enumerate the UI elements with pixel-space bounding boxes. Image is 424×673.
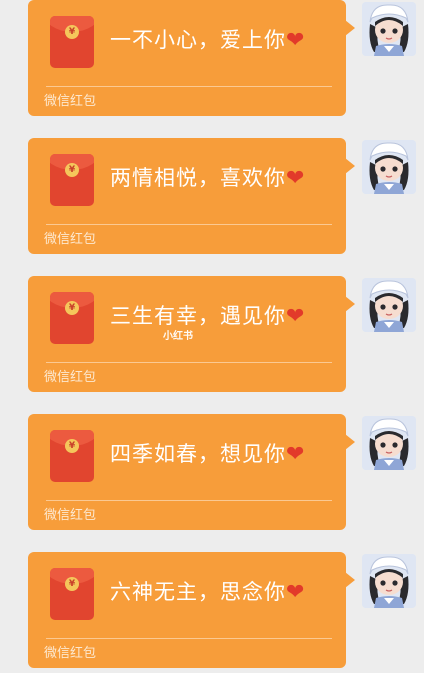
avatar[interactable] — [362, 278, 416, 332]
yuan-seal-icon: ¥ — [65, 577, 79, 591]
heart-icon: ❤ — [286, 442, 306, 467]
red-packet-bubble[interactable]: ¥ 一不小心，爱上你❤ 微信红包 — [28, 0, 355, 116]
divider — [46, 224, 332, 225]
red-envelope-icon: ¥ — [50, 568, 94, 620]
divider — [46, 638, 332, 639]
yuan-seal-icon: ¥ — [65, 301, 79, 315]
heart-icon: ❤ — [286, 166, 306, 191]
red-packet-message: ¥ 六神无主，思念你❤ 微信红包 — [0, 552, 424, 670]
wechat-red-packet-label: 微信红包 — [44, 370, 97, 385]
divider — [46, 500, 332, 501]
red-packet-message-text: 一不小心，爱上你❤ — [110, 24, 305, 54]
heart-icon: ❤ — [286, 28, 306, 53]
red-packet-message: ¥ 三生有幸，遇见你❤ 微信红包 — [0, 276, 424, 394]
yuan-seal-icon: ¥ — [65, 163, 79, 177]
divider — [46, 362, 332, 363]
yuan-seal-icon: ¥ — [65, 25, 79, 39]
red-packet-message: ¥ 两情相悦，喜欢你❤ 微信红包 — [0, 138, 424, 256]
red-envelope-icon: ¥ — [50, 154, 94, 206]
red-packet-message: ¥ 四季如春，想见你❤ 微信红包 — [0, 414, 424, 532]
message-text: 一不小心，爱上你 — [110, 28, 286, 52]
red-packet-bubble[interactable]: ¥ 六神无主，思念你❤ 微信红包 — [28, 552, 355, 668]
red-packet-bubble[interactable]: ¥ 四季如春，想见你❤ 微信红包 — [28, 414, 355, 530]
red-packet-message: ¥ 一不小心，爱上你❤ 微信红包 — [0, 0, 424, 118]
yuan-seal-icon: ¥ — [65, 439, 79, 453]
red-envelope-icon: ¥ — [50, 292, 94, 344]
avatar[interactable] — [362, 2, 416, 56]
red-envelope-icon: ¥ — [50, 430, 94, 482]
red-packet-bubble[interactable]: ¥ 两情相悦，喜欢你❤ 微信红包 — [28, 138, 355, 254]
wechat-red-packet-label: 微信红包 — [44, 508, 97, 523]
avatar[interactable] — [362, 140, 416, 194]
wechat-red-packet-label: 微信红包 — [44, 646, 97, 661]
wechat-red-packet-label: 微信红包 — [44, 232, 97, 247]
heart-icon: ❤ — [286, 580, 306, 605]
message-text: 三生有幸，遇见你 — [110, 304, 286, 328]
avatar[interactable] — [362, 554, 416, 608]
divider — [46, 86, 332, 87]
red-packet-message-text: 两情相悦，喜欢你❤ — [110, 162, 305, 192]
wechat-red-packet-label: 微信红包 — [44, 94, 97, 109]
message-text: 四季如春，想见你 — [110, 442, 286, 466]
red-packet-message-text: 四季如春，想见你❤ — [110, 438, 305, 468]
xiaohongshu-watermark: 小红书 — [163, 331, 193, 342]
red-packet-message-text: 三生有幸，遇见你❤ — [110, 300, 305, 330]
red-envelope-icon: ¥ — [50, 16, 94, 68]
heart-icon: ❤ — [286, 304, 306, 329]
message-text: 两情相悦，喜欢你 — [110, 166, 286, 190]
avatar[interactable] — [362, 416, 416, 470]
red-packet-message-text: 六神无主，思念你❤ — [110, 576, 305, 606]
message-text: 六神无主，思念你 — [110, 580, 286, 604]
